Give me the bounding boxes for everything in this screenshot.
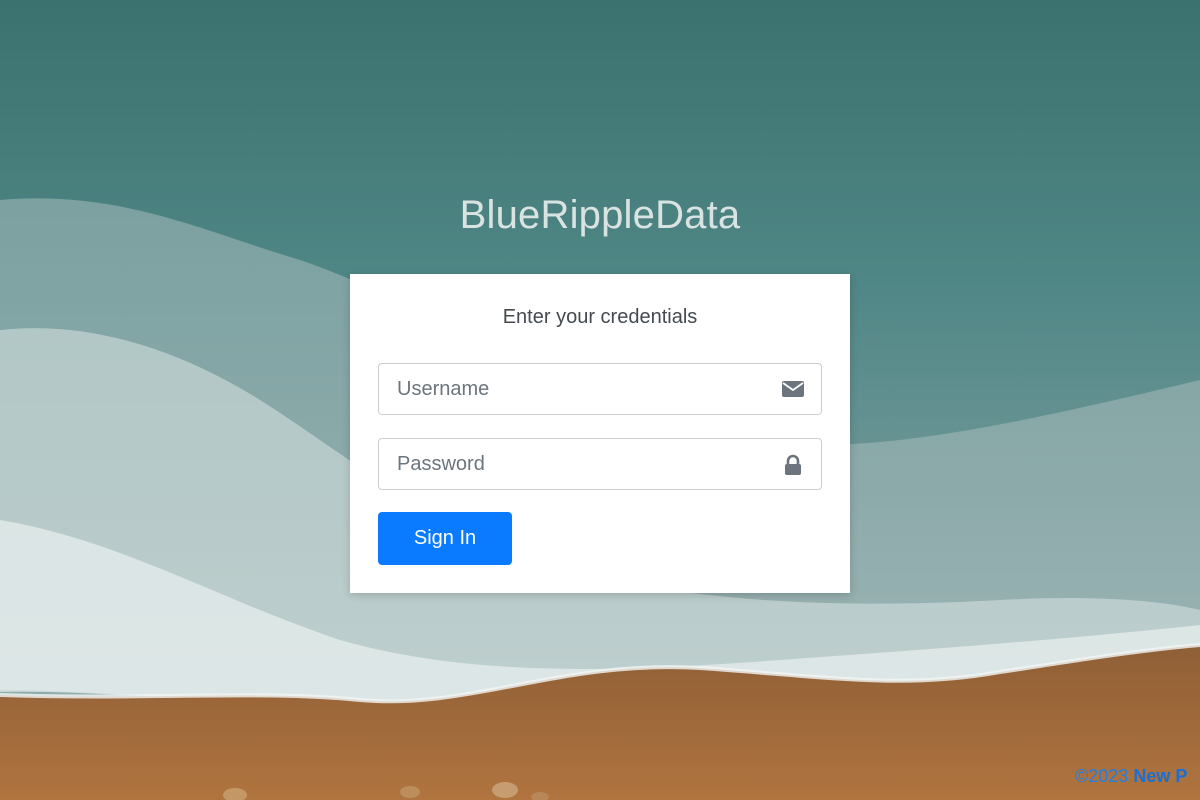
company-link[interactable]: New P: [1133, 766, 1187, 786]
footer-copyright: ©2023 New P: [1075, 766, 1187, 787]
username-input[interactable]: [379, 364, 787, 414]
login-card: Enter your credentials Sign In: [350, 274, 850, 593]
username-field-wrapper: [378, 363, 822, 415]
envelope-icon: [781, 379, 805, 399]
copyright-text: ©2023: [1075, 766, 1129, 786]
lock-icon: [781, 454, 805, 475]
password-field-wrapper: [378, 438, 822, 490]
password-input[interactable]: [379, 439, 787, 489]
sign-in-button[interactable]: Sign In: [378, 512, 512, 565]
login-heading: Enter your credentials: [502, 306, 698, 328]
brand-title: BlueRippleData: [459, 193, 741, 237]
